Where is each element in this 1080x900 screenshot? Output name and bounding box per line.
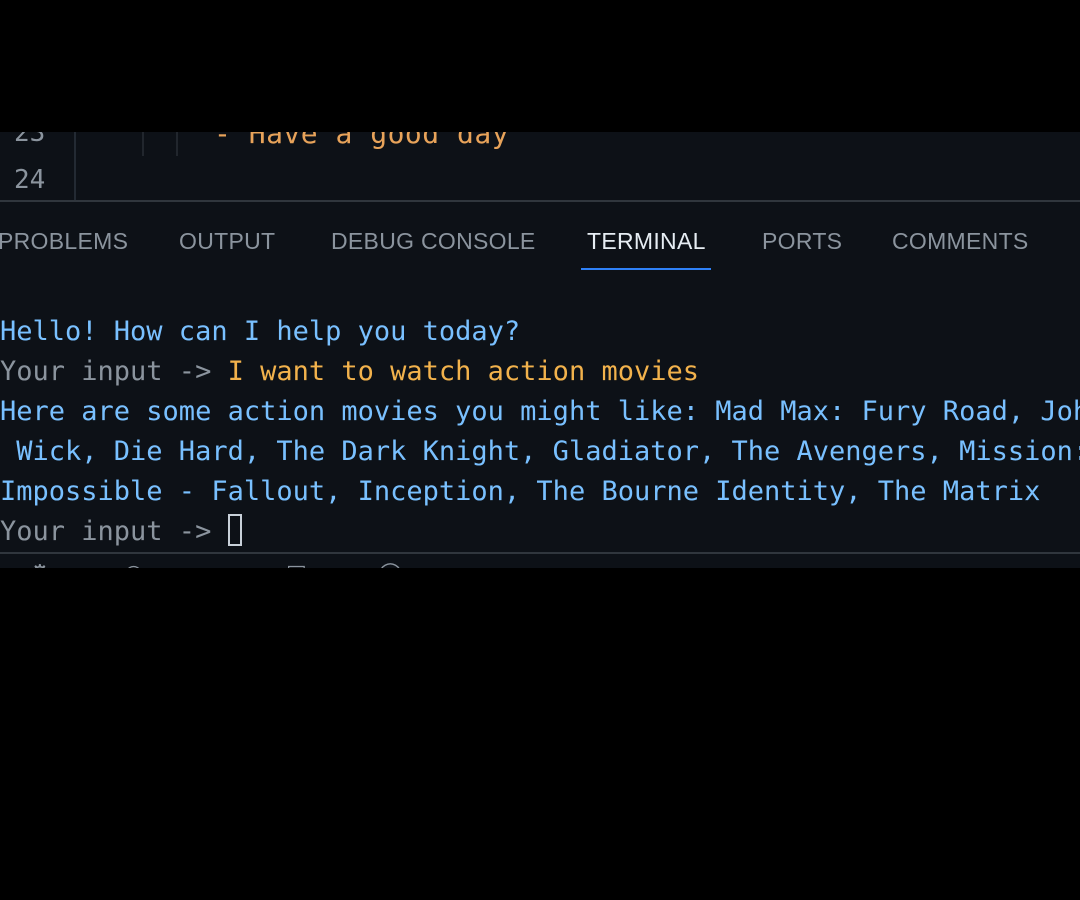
tab-output[interactable]: OUTPUT: [179, 228, 275, 255]
terminal-response-line: Impossible - Fallout, Inception, The Bou…: [0, 476, 1041, 507]
line-number-24: 24: [14, 165, 46, 195]
code-line-23[interactable]: - Have a good day: [214, 132, 509, 150]
terminal-response-line: Here are some action movies you might li…: [0, 396, 1080, 427]
terminal-active-prompt[interactable]: Your input ->: [0, 512, 242, 552]
status-item-glyph[interactable]: ◯: [378, 560, 403, 568]
user-input-text: I want to watch action movies: [227, 356, 699, 387]
vscode-window: 23 24 - Have a good day PROBLEMS OUTPUT …: [0, 132, 1080, 568]
active-tab-indicator: [581, 268, 711, 270]
tab-debug-console[interactable]: DEBUG CONSOLE: [331, 228, 536, 255]
terminal-response-line: Wick, Die Hard, The Dark Knight, Gladiat…: [0, 436, 1080, 467]
terminal-output[interactable]: Hello! How can I help you today? Your in…: [0, 312, 1080, 552]
tab-comments[interactable]: COMMENTS: [892, 228, 1029, 255]
status-item-glyph[interactable]: ◎: [124, 560, 143, 568]
code-editor[interactable]: 23 24 - Have a good day: [0, 132, 1080, 200]
terminal-cursor[interactable]: [227, 514, 242, 546]
indent-guide: [142, 132, 144, 156]
prompt-label: Your input ->: [0, 356, 228, 387]
terminal-greeting: Hello! How can I help you today?: [0, 316, 521, 347]
tab-terminal[interactable]: TERMINAL: [587, 228, 706, 255]
tab-ports[interactable]: PORTS: [762, 228, 842, 255]
tab-problems[interactable]: PROBLEMS: [0, 228, 128, 255]
status-item-glyph[interactable]: ▣: [286, 560, 307, 568]
prompt-label: Your input ->: [0, 516, 228, 547]
status-item-glyph[interactable]: ⚙: [30, 560, 50, 568]
line-number-23: 23: [14, 132, 46, 148]
indent-guide: [176, 132, 178, 156]
status-bar: ⚙ ◎ ▣ ◯: [0, 554, 1080, 568]
terminal-prompt-line: Your input -> I want to watch action mov…: [0, 352, 699, 392]
line-number-gutter: 23 24: [0, 132, 76, 200]
panel-tab-bar: PROBLEMS OUTPUT DEBUG CONSOLE TERMINAL P…: [0, 202, 1080, 272]
